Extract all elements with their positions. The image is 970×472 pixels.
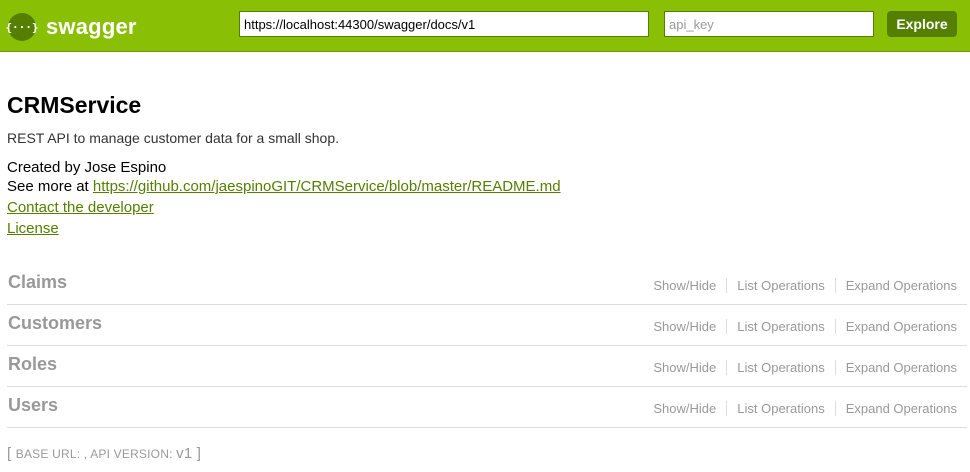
resource-name-link[interactable]: Customers: [8, 313, 102, 334]
resource-name-link[interactable]: Claims: [8, 272, 67, 293]
license-link[interactable]: License: [7, 218, 947, 239]
show-hide-link[interactable]: Show/Hide: [653, 360, 716, 375]
resource-roles: Roles Show/Hide List Operations Expand Oper…: [7, 346, 967, 387]
expand-operations-link[interactable]: Expand Operations: [846, 360, 957, 375]
resource-customers: Customers Show/Hide List Operations Expand …: [7, 305, 967, 346]
resource-operations: Show/Hide List Operations Expand Operation…: [653, 360, 957, 375]
expand-operations-link[interactable]: Expand Operations: [846, 401, 957, 416]
top-bar: {···} swagger Explore: [0, 0, 970, 52]
see-more-line: See more at https://github.com/jaespinoG…: [7, 176, 947, 197]
resource-name-link[interactable]: Users: [8, 395, 58, 416]
swagger-logo-text: swagger: [46, 14, 137, 39]
swagger-logo-icon: {···}: [5, 13, 39, 41]
divider: [726, 401, 728, 416]
resource-list: Claims Show/Hide List Operations Expand Ope…: [7, 264, 967, 428]
divider: [834, 319, 836, 334]
page-title: CRMService: [7, 92, 142, 118]
divider: [834, 401, 836, 416]
api-info: CRMService REST API to manage customer d…: [7, 90, 947, 239]
resource-users: Users Show/Hide List Operations Expand Oper…: [7, 387, 967, 428]
api-description: REST API to manage customer data for a s…: [7, 130, 340, 146]
api-key-input[interactable]: [664, 11, 874, 37]
api-version-label: Api version:: [90, 447, 177, 461]
show-hide-link[interactable]: Show/Hide: [653, 278, 716, 293]
api-footer: [ Base url: , Api version: v1 ]: [7, 445, 201, 462]
list-operations-link[interactable]: List Operations: [737, 401, 824, 416]
created-by-text: Created by Jose Espino: [7, 159, 167, 176]
divider: [834, 278, 836, 293]
divider: [834, 360, 836, 375]
resource-operations: Show/Hide List Operations Expand Operation…: [653, 401, 957, 416]
base-url-label: Base url:: [15, 447, 84, 461]
resource-operations: Show/Hide List Operations Expand Operation…: [653, 278, 957, 293]
footer-open-bracket: [: [7, 445, 16, 462]
see-more-prefix: See more at: [7, 178, 93, 195]
list-operations-link[interactable]: List Operations: [737, 278, 824, 293]
api-url-input[interactable]: [239, 11, 649, 37]
readme-link[interactable]: https://github.com/jaespinoGIT/CRMServic…: [93, 178, 561, 195]
api-version-value: v1: [176, 445, 193, 462]
expand-operations-link[interactable]: Expand Operations: [846, 278, 957, 293]
show-hide-link[interactable]: Show/Hide: [653, 401, 716, 416]
list-operations-link[interactable]: List Operations: [737, 360, 824, 375]
show-hide-link[interactable]: Show/Hide: [653, 319, 716, 334]
footer-close-bracket: ]: [192, 445, 202, 462]
swagger-logo[interactable]: {···} swagger: [5, 13, 137, 41]
resource-operations: Show/Hide List Operations Expand Operation…: [653, 319, 957, 334]
divider: [726, 278, 728, 293]
explore-button[interactable]: Explore: [887, 11, 957, 37]
divider: [726, 319, 728, 334]
resource-claims: Claims Show/Hide List Operations Expand Ope…: [7, 264, 967, 305]
resource-name-link[interactable]: Roles: [8, 354, 57, 375]
contact-developer-link[interactable]: Contact the developer: [7, 197, 947, 218]
list-operations-link[interactable]: List Operations: [737, 319, 824, 334]
expand-operations-link[interactable]: Expand Operations: [846, 319, 957, 334]
divider: [726, 360, 728, 375]
